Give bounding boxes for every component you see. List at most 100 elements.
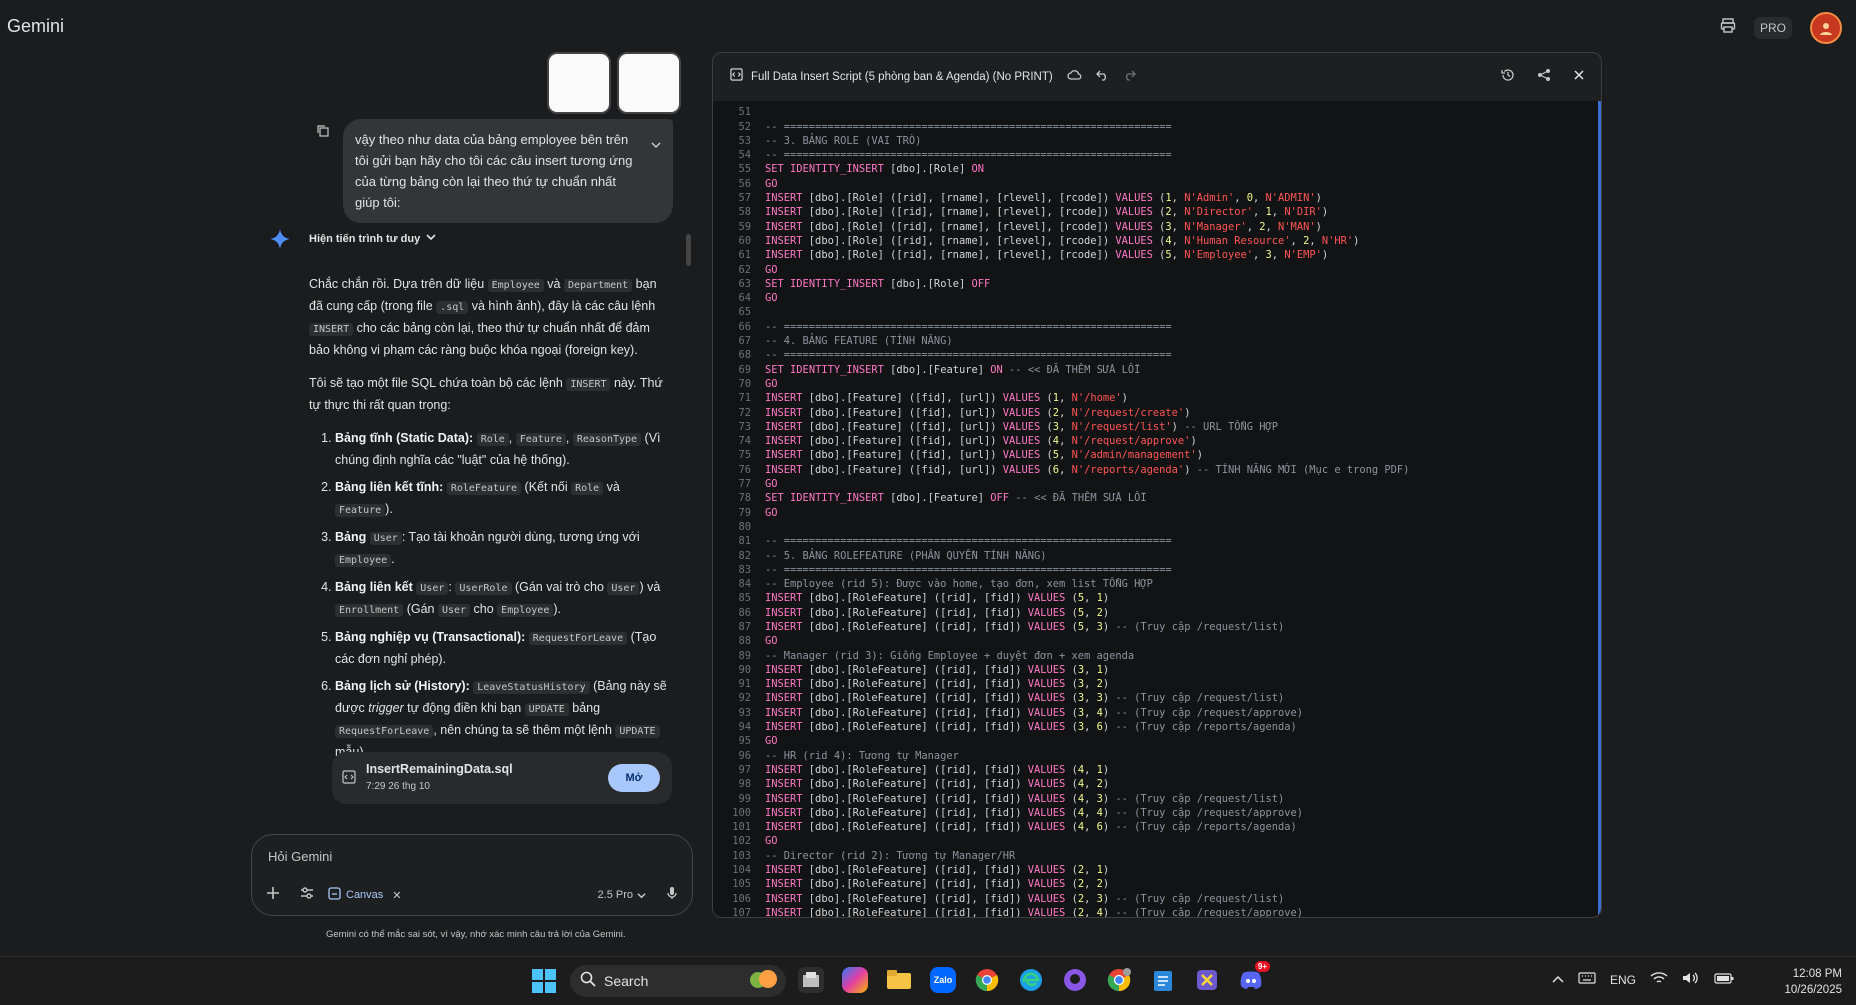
battery-icon[interactable]: [1714, 972, 1734, 987]
response-paragraph: Tôi sẽ tạo một file SQL chứa toàn bộ các…: [309, 376, 663, 412]
redo-icon[interactable]: [1123, 68, 1136, 86]
chrome-profile-icon[interactable]: [1106, 967, 1132, 993]
pro-badge[interactable]: PRO: [1753, 17, 1792, 39]
tools-icon[interactable]: [300, 886, 314, 905]
line-number: 78: [738, 492, 751, 505]
code-line: 106 INSERT [dbo].[RoleFeature] ([rid], [f…: [713, 892, 1409, 906]
line-text: GO: [765, 635, 778, 648]
windows-start-icon[interactable]: [532, 969, 556, 998]
copilot-icon[interactable]: [842, 967, 868, 993]
line-number: 107: [732, 906, 751, 917]
line-number: 55: [738, 163, 751, 176]
line-text: INSERT [dbo].[RoleFeature] ([rid], [fid]…: [765, 663, 1110, 676]
code-line: 86 INSERT [dbo].[RoleFeature] ([rid], [fi…: [713, 606, 1409, 620]
user-message-bubble: vậy theo như data của bảng employee bên …: [343, 119, 673, 223]
chrome-icon[interactable]: [974, 967, 1000, 993]
avatar[interactable]: [1810, 12, 1842, 44]
line-number: 106: [732, 892, 751, 905]
cloud-save-icon[interactable]: [1067, 68, 1082, 86]
line-number: 57: [738, 192, 751, 205]
discord-notification-badge: 9+: [1254, 961, 1270, 972]
line-text: GO: [765, 177, 778, 190]
line-text: -- =====================================…: [765, 563, 1172, 576]
github-desktop-icon[interactable]: [1062, 967, 1088, 993]
model-response: Chắc chắn rồi. Dựa trên dữ liệu Employee…: [309, 274, 671, 769]
system-tray: ENG: [1552, 971, 1734, 988]
close-icon[interactable]: ✕: [392, 889, 401, 902]
attachment-thumbnail[interactable]: [617, 52, 681, 114]
attachment-thumbnail[interactable]: [547, 52, 611, 114]
app-title[interactable]: Gemini: [7, 16, 64, 37]
line-number: 99: [738, 792, 751, 805]
clock-time: 12:08 PM: [1792, 968, 1842, 980]
discord-icon[interactable]: 9+: [1238, 961, 1270, 993]
line-number: 53: [738, 134, 751, 147]
line-text: INSERT [dbo].[Feature] ([fid], [url]) VA…: [765, 449, 1203, 462]
model-label: 2.5 Pro: [597, 889, 633, 901]
line-number: 68: [738, 349, 751, 362]
code-line: 85 INSERT [dbo].[RoleFeature] ([rid], [fi…: [713, 591, 1409, 605]
prompt-toolbar: Canvas ✕ 2.5 Pro: [266, 883, 678, 907]
top-bar: Gemini PRO: [0, 0, 1856, 52]
model-selector[interactable]: 2.5 Pro: [598, 889, 646, 901]
code-line: 73 INSERT [dbo].[Feature] ([fid], [url]) …: [713, 420, 1409, 434]
code-line: 64 GO: [713, 291, 1409, 305]
editor-header: Full Data Insert Script (5 phòng ban & A…: [713, 53, 1601, 101]
microphone-icon[interactable]: [666, 886, 678, 905]
line-text: -- Manager (rid 3): Giống Employee + duy…: [765, 649, 1135, 662]
show-thinking-toggle[interactable]: Hiện tiến trình tư duy: [309, 232, 436, 245]
volume-icon[interactable]: [1682, 971, 1700, 988]
line-number: 71: [738, 392, 751, 405]
line-text: GO: [765, 292, 778, 305]
line-text: -- Director (rid 2): Tương tự Manager/HR: [765, 849, 1016, 862]
line-text: INSERT [dbo].[Feature] ([fid], [url]) VA…: [765, 406, 1191, 419]
chevron-up-icon[interactable]: [1552, 973, 1564, 987]
snipping-tool-icon[interactable]: [1194, 967, 1220, 993]
chat-scrollbar[interactable]: [686, 234, 691, 266]
open-file-button[interactable]: Mở: [608, 764, 660, 792]
canvas-editor: Full Data Insert Script (5 phòng ban & A…: [712, 52, 1602, 918]
line-text: INSERT [dbo].[Feature] ([fid], [url]) VA…: [765, 463, 1410, 476]
clock[interactable]: 12:08 PM 10/26/2025: [1784, 966, 1842, 998]
prompt-input[interactable]: [266, 845, 670, 867]
code-line: 72 INSERT [dbo].[Feature] ([fid], [url]) …: [713, 406, 1409, 420]
plus-icon[interactable]: [266, 886, 280, 905]
code-line: 98 INSERT [dbo].[RoleFeature] ([rid], [fi…: [713, 777, 1409, 791]
zalo-icon[interactable]: Zalo: [930, 967, 956, 993]
file-card[interactable]: InsertRemainingData.sql 7:29 26 thg 10 M…: [332, 752, 672, 804]
taskbar: Search Zalo 9+ ENG 12:08 PM 10/26/2025: [0, 956, 1856, 1005]
keyboard-icon[interactable]: [1578, 972, 1596, 987]
line-text: INSERT [dbo].[RoleFeature] ([rid], [fid]…: [765, 821, 1297, 834]
print-icon[interactable]: [1720, 17, 1736, 39]
file-explorer-icon[interactable]: [798, 967, 824, 993]
line-text: SET IDENTITY_INSERT [dbo].[Feature] OFF …: [765, 492, 1147, 505]
line-number: 93: [738, 706, 751, 719]
chevron-down-icon[interactable]: [651, 135, 661, 156]
undo-icon[interactable]: [1095, 68, 1109, 86]
canvas-chip[interactable]: Canvas ✕: [328, 887, 402, 903]
line-text: INSERT [dbo].[RoleFeature] ([rid], [fid]…: [765, 892, 1285, 905]
line-number: 85: [738, 592, 751, 605]
code-line: 74 INSERT [dbo].[Feature] ([fid], [url]) …: [713, 434, 1409, 448]
language-indicator[interactable]: ENG: [1610, 973, 1636, 987]
code-area[interactable]: 50GO5152-- =============================…: [713, 101, 1601, 917]
prompt-box: Canvas ✕ 2.5 Pro: [251, 834, 693, 916]
close-icon[interactable]: [1573, 68, 1585, 86]
wifi-icon[interactable]: [1650, 971, 1668, 988]
taskbar-search[interactable]: Search: [570, 965, 786, 997]
copy-icon[interactable]: [317, 124, 329, 142]
folder-icon[interactable]: [886, 967, 912, 993]
line-number: 80: [738, 520, 751, 533]
history-icon[interactable]: [1501, 68, 1515, 87]
line-text: INSERT [dbo].[Role] ([rid], [rname], [rl…: [765, 192, 1322, 205]
edge-icon[interactable]: [1018, 967, 1044, 993]
code-line: 53 -- 3. BẢNG ROLE (VAI TRÒ): [713, 134, 1409, 148]
line-number: 96: [738, 749, 751, 762]
code-line: 54 -- ===================================…: [713, 148, 1409, 162]
line-number: 101: [732, 821, 751, 834]
notepad-icon[interactable]: [1150, 967, 1176, 993]
line-text: SET IDENTITY_INSERT [dbo].[Role] ON: [765, 163, 984, 176]
code-line: 75 INSERT [dbo].[Feature] ([fid], [url]) …: [713, 448, 1409, 462]
line-text: -- 4. BẢNG FEATURE (TÍNH NĂNG): [765, 335, 953, 348]
share-icon[interactable]: [1537, 68, 1551, 87]
